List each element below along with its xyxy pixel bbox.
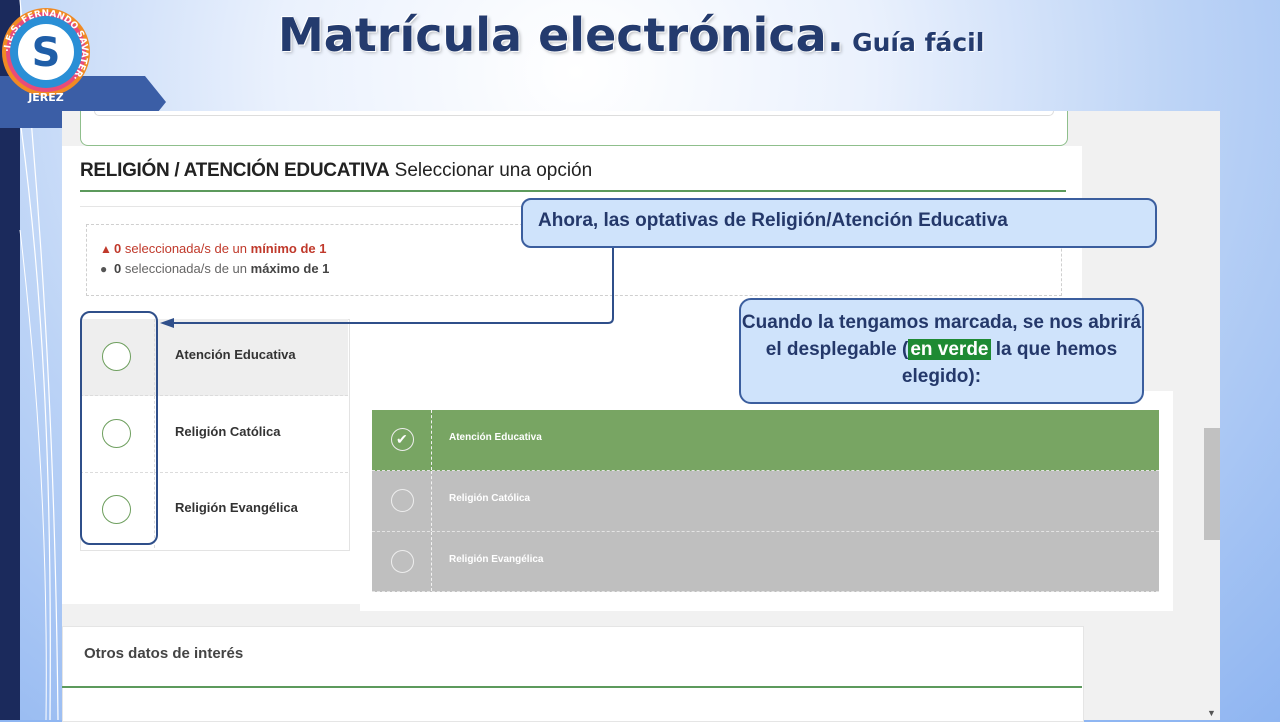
callout-text: Ahora, las optativas de Religión/Atenció… [538, 210, 1008, 231]
callout-text: Cuando la tengamos marcada, se nos abrir… [741, 309, 1142, 390]
callout-green-highlight: en verde [908, 339, 991, 360]
